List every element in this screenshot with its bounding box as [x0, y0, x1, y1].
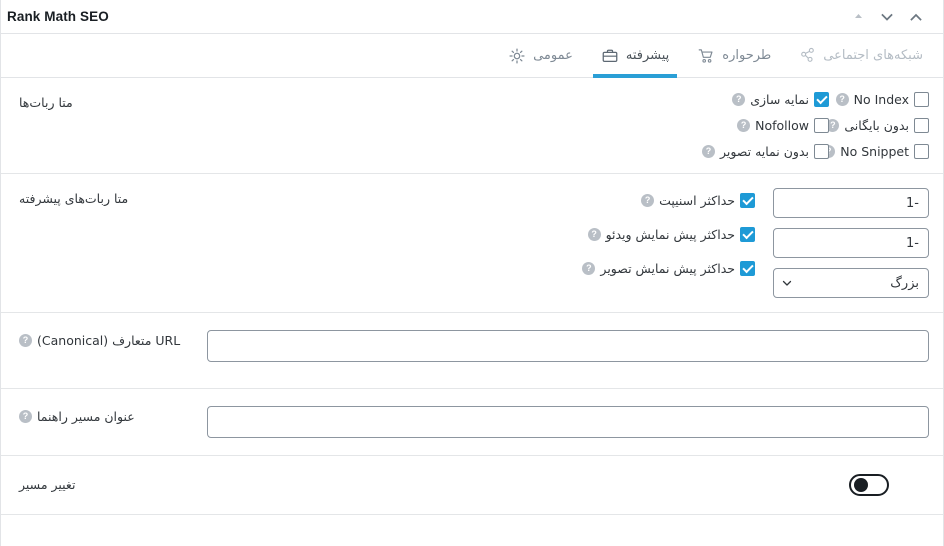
checkbox-max-video-preview-label: حداکثر پیش نمایش ویدئو [605, 227, 735, 242]
checkbox-nofollow[interactable] [814, 118, 829, 133]
checkbox-nosnippet[interactable] [914, 144, 929, 159]
checkbox-row-index[interactable]: نمایه سازی ? [629, 92, 829, 107]
help-icon-canonical-url[interactable]: ? [19, 334, 32, 347]
section-canonical-url: ? URL متعارف (Canonical) [1, 313, 943, 389]
section-label-meta-robots-text: متا ربات‌ها [19, 95, 73, 110]
advanced-robots-grid: بزرگ حداکثر اسنیپت ? [555, 188, 929, 298]
gear-icon [508, 47, 526, 65]
help-icon-max-image-preview[interactable]: ? [582, 262, 596, 275]
checkbox-nosnippet-label: No Snippet [840, 144, 909, 159]
checkbox-max-image-preview-label: حداکثر پیش نمایش تصویر [600, 261, 735, 276]
checkbox-max-video-preview[interactable] [740, 227, 755, 242]
breadcrumb-title-input[interactable] [207, 406, 929, 438]
help-icon-max-video-preview[interactable]: ? [587, 228, 601, 241]
checkbox-max-snippet-label: حداکثر اسنیپت [659, 193, 735, 208]
canonical-url-input[interactable] [207, 330, 929, 362]
section-label-breadcrumb-title-text: عنوان مسیر راهنما [37, 409, 135, 424]
tab-bar: شبکه‌های اجتماعی طرحواره پیشرفته [1, 34, 943, 78]
tab-general-label: عمومی [533, 48, 573, 63]
checkbox-noindex[interactable] [914, 92, 929, 107]
help-icon-noindex[interactable]: ? [835, 93, 849, 106]
help-icon-nofollow[interactable]: ? [737, 119, 751, 132]
section-label-advanced-robots-text: متا ربات‌های پیشرفته [19, 191, 129, 206]
tab-general[interactable]: عمومی [494, 34, 587, 77]
section-label-canonical-url-text: URL متعارف (Canonical) [37, 333, 181, 348]
meta-robots-checkbox-columns: No Index ? بدون بایگانی ? No Snippet ? [629, 92, 929, 159]
redirect-toggle-knob [854, 478, 868, 492]
panel-order-controls [845, 4, 929, 30]
checkbox-row-nofollow[interactable]: Nofollow ? [629, 118, 829, 133]
cart-icon [697, 47, 715, 65]
max-snippet-input[interactable] [773, 188, 929, 218]
advanced-robots-labels: حداکثر اسنیپت ? حداکثر پیش نمایش ویدئو ?… [555, 188, 755, 298]
max-image-preview-select[interactable]: بزرگ [773, 268, 929, 298]
checkbox-index[interactable] [814, 92, 829, 107]
rank-math-seo-panel: Rank Math SEO شبکه‌های اجتماعی [0, 0, 944, 546]
section-label-redirect-text: تغییر مسیر [19, 477, 76, 492]
section-label-redirect: تغییر مسیر [15, 474, 175, 492]
checkbox-row-noindex[interactable]: No Index ? [829, 92, 929, 107]
checkbox-noarchive[interactable] [914, 118, 929, 133]
panel-header: Rank Math SEO [1, 0, 943, 34]
briefcase-icon [601, 47, 619, 65]
section-label-canonical-url: ? URL متعارف (Canonical) [15, 330, 180, 348]
checkbox-noindex-label: No Index [853, 92, 909, 107]
section-meta-robots: No Index ? بدون بایگانی ? No Snippet ? [1, 78, 943, 174]
help-icon-max-snippet[interactable]: ? [641, 194, 655, 207]
checkbox-row-max-image-preview[interactable]: حداکثر پیش نمایش تصویر ? [555, 261, 755, 276]
tab-social[interactable]: شبکه‌های اجتماعی [785, 34, 937, 77]
meta-robots-column-left: No Index ? بدون بایگانی ? No Snippet ? [822, 92, 929, 159]
advanced-robots-body: بزرگ حداکثر اسنیپت ? [175, 188, 929, 298]
triangle-up-icon[interactable] [845, 4, 871, 30]
redirect-body [175, 474, 929, 496]
advanced-robots-inputs: بزرگ [769, 188, 929, 298]
section-label-meta-robots: متا ربات‌ها [15, 92, 175, 110]
tab-schema-label: طرحواره [722, 48, 772, 63]
checkbox-index-label: نمایه سازی [750, 92, 809, 107]
section-redirect: تغییر مسیر [1, 456, 943, 515]
checkbox-noimageindex[interactable] [814, 144, 829, 159]
meta-robots-body: No Index ? بدون بایگانی ? No Snippet ? [175, 92, 929, 159]
checkbox-max-snippet[interactable] [740, 193, 755, 208]
tab-schema[interactable]: طرحواره [683, 34, 785, 77]
checkbox-row-nosnippet[interactable]: No Snippet ? [822, 144, 929, 159]
help-icon-breadcrumb-title[interactable]: ? [19, 410, 32, 423]
checkbox-nofollow-label: Nofollow [755, 118, 809, 133]
checkbox-max-image-preview[interactable] [740, 261, 755, 276]
max-image-preview-select-wrap: بزرگ [773, 268, 929, 298]
checkbox-row-noarchive[interactable]: بدون بایگانی ? [826, 118, 929, 133]
section-label-advanced-robots: متا ربات‌های پیشرفته [15, 188, 175, 206]
meta-robots-column-right: نمایه سازی ? Nofollow ? بدون نمایه تصویر… [629, 92, 829, 159]
chevron-up-icon[interactable] [903, 4, 929, 30]
checkbox-row-max-snippet[interactable]: حداکثر اسنیپت ? [555, 193, 755, 208]
help-icon-index[interactable]: ? [732, 93, 746, 106]
canonical-url-body [175, 330, 929, 362]
help-icon-noimageindex[interactable]: ? [701, 145, 715, 158]
checkbox-noarchive-label: بدون بایگانی [844, 118, 909, 133]
tab-advanced[interactable]: پیشرفته [587, 34, 683, 78]
max-video-preview-input[interactable] [773, 228, 929, 258]
tab-social-label: شبکه‌های اجتماعی [823, 48, 923, 63]
section-advanced-robots: بزرگ حداکثر اسنیپت ? [1, 174, 943, 313]
tab-advanced-label: پیشرفته [625, 48, 670, 63]
redirect-toggle[interactable] [849, 474, 889, 496]
panel-title: Rank Math SEO [7, 9, 109, 24]
checkbox-row-noimageindex[interactable]: بدون نمایه تصویر ? [629, 144, 829, 159]
share-nodes-icon [799, 47, 816, 64]
breadcrumb-title-body [175, 406, 929, 438]
checkbox-row-max-video-preview[interactable]: حداکثر پیش نمایش ویدئو ? [555, 227, 755, 242]
section-label-breadcrumb-title: ? عنوان مسیر راهنما [15, 406, 175, 424]
section-breadcrumb-title: ? عنوان مسیر راهنما [1, 389, 943, 456]
checkbox-noimageindex-label: بدون نمایه تصویر [719, 144, 809, 159]
chevron-down-icon[interactable] [874, 4, 900, 30]
